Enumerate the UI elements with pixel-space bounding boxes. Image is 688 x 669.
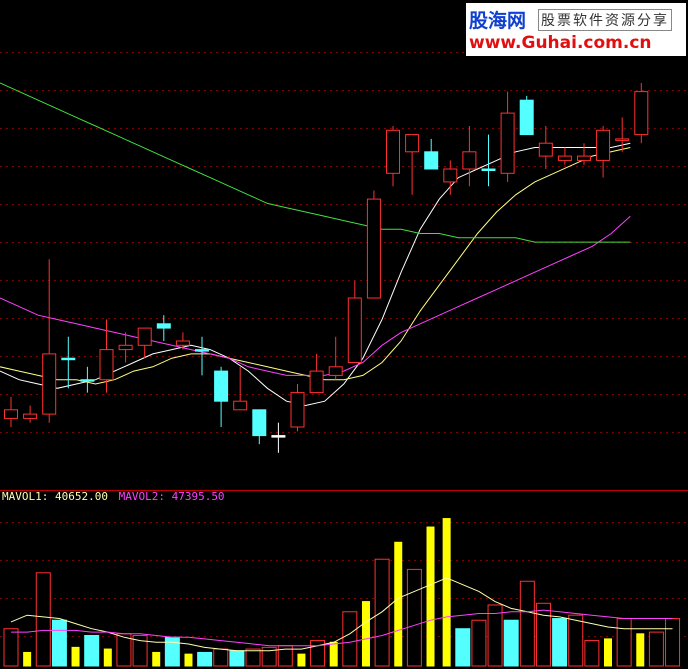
volume-bar <box>245 648 261 667</box>
volume-bar <box>604 638 613 667</box>
mavol1-value: 40652.00 <box>54 490 108 503</box>
volume-legend: MAVOL1: 40652.00 MAVOL2: 47395.50 <box>2 490 225 503</box>
candle-body <box>424 151 439 170</box>
logo-name: 股海网 <box>469 10 527 32</box>
candle-body <box>252 409 267 437</box>
volume-bar <box>552 618 568 667</box>
ma-line-3 <box>0 215 631 376</box>
candlesticks <box>4 83 649 453</box>
volume-bar <box>648 631 664 667</box>
candle-body <box>538 142 553 157</box>
mavol2-label: MAVOL2: <box>118 490 165 503</box>
candle-body <box>23 413 38 419</box>
volume-bar <box>184 653 193 667</box>
volume-bar <box>361 601 370 667</box>
candle-body <box>328 366 343 376</box>
candle-body <box>443 168 458 183</box>
volume-bars <box>3 518 681 667</box>
volume-bar <box>229 650 245 667</box>
candle-body <box>233 400 248 411</box>
volume-bar <box>426 526 435 667</box>
ma-line-2 <box>0 147 631 385</box>
moving-average-lines <box>0 82 631 407</box>
volume-bar <box>71 646 80 667</box>
volume-bar <box>329 641 338 667</box>
mavol1-label: MAVOL1: <box>2 490 49 503</box>
volume-bar <box>35 572 51 667</box>
candle-body <box>290 392 305 428</box>
volume-bar <box>616 618 632 667</box>
logo-url: www.Guhai.com.cn <box>469 33 652 53</box>
candle-body <box>42 353 57 415</box>
volume-bar <box>374 558 390 667</box>
candle-body <box>366 198 381 299</box>
volume-bar <box>51 619 67 667</box>
volume-bar <box>455 628 471 667</box>
volume-bar <box>471 619 487 667</box>
candle-body <box>347 297 362 363</box>
ma-line-4 <box>0 82 631 243</box>
candle-body <box>405 134 420 153</box>
volume-bar <box>197 651 213 667</box>
volume-bar <box>342 611 358 667</box>
watermark-logo: 股海网 股票软件资源分享 www.Guhai.com.cn <box>466 3 686 56</box>
candle-body <box>577 155 591 161</box>
volume-bar <box>487 604 503 667</box>
volume-bar <box>394 541 403 667</box>
volume-bar <box>297 653 306 667</box>
candle-body <box>118 344 133 351</box>
candle-body <box>615 138 630 141</box>
candle-body <box>195 349 209 352</box>
volume-bar <box>406 568 422 667</box>
volume-bar <box>568 614 584 667</box>
mavol2-value: 47395.50 <box>171 490 225 503</box>
candle-body <box>309 370 324 394</box>
volume-bar <box>442 518 451 667</box>
volume-bar <box>3 628 19 667</box>
candle-body <box>175 340 190 346</box>
candle-body <box>80 379 95 382</box>
volume-bar <box>103 648 112 667</box>
volume-bar <box>519 580 535 667</box>
candle-body <box>4 409 18 419</box>
volume-bar <box>503 619 519 667</box>
candle-body <box>634 91 649 136</box>
candle-body <box>386 129 400 174</box>
candle-body <box>500 112 515 174</box>
volume-bar <box>23 651 32 667</box>
volume-bar <box>535 602 551 667</box>
volume-bar <box>636 633 645 667</box>
volume-bar <box>152 651 161 667</box>
candle-body <box>519 99 534 136</box>
candle-body <box>596 129 611 161</box>
candle-body <box>214 370 229 402</box>
candle-body <box>156 323 171 329</box>
volume-bar <box>84 634 100 667</box>
stock-chart <box>0 52 688 667</box>
volume-bar <box>164 636 180 667</box>
volume-bar <box>584 640 600 667</box>
logo-slogan: 股票软件资源分享 <box>538 9 672 31</box>
candle-body <box>481 168 496 171</box>
candle-body <box>462 151 477 170</box>
candle-body <box>61 357 76 361</box>
volume-bar <box>213 648 229 667</box>
candle-body <box>137 327 152 346</box>
candle-body <box>557 155 572 161</box>
candle-body <box>271 435 286 438</box>
candle-body <box>99 349 114 381</box>
volume-bar <box>665 618 681 667</box>
ma-line-1 <box>0 142 631 407</box>
